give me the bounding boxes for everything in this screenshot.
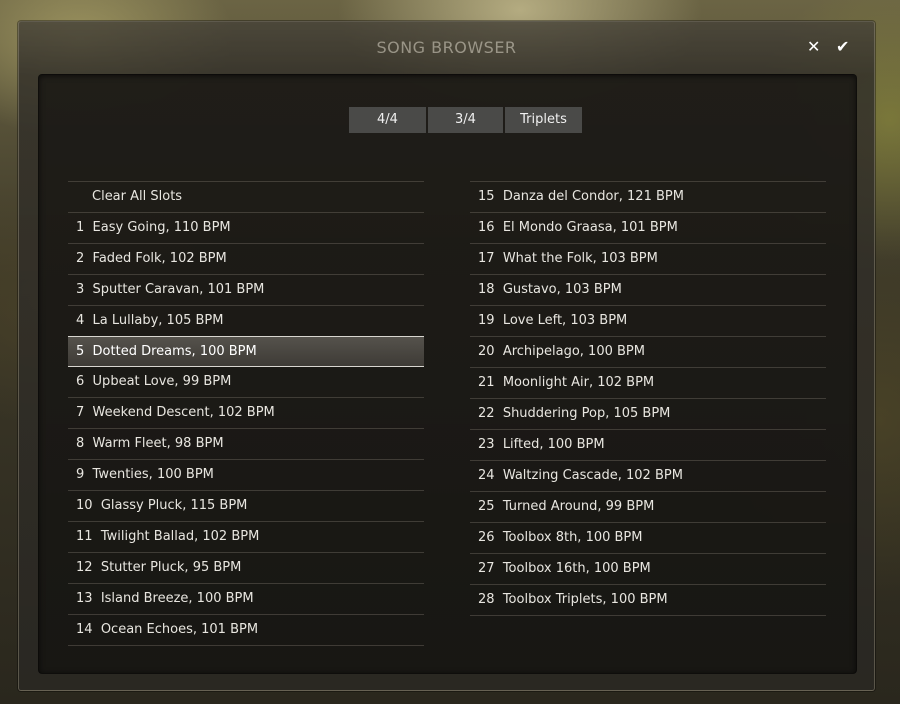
song-title: Toolbox 8th, 100 BPM [502,530,643,545]
slot-number: 20 [478,344,495,359]
clear-all-slots-button[interactable]: Clear All Slots [68,181,424,212]
song-slot-item[interactable]: 2 Faded Folk, 102 BPM [68,243,424,274]
song-slot-item[interactable]: 26 Toolbox 8th, 100 BPM [470,522,826,553]
song-slot-item[interactable]: 6 Upbeat Love, 99 BPM [68,367,424,397]
song-title: Dotted Dreams, 100 BPM [92,344,257,359]
song-list-panel: 4/4 3/4 Triplets Clear All Slots 1 Easy … [38,74,857,674]
song-title: Shuddering Pop, 105 BPM [502,406,671,421]
slot-number: 11 [76,529,93,544]
slot-number: 4 [76,313,85,328]
slot-number: 17 [478,251,495,266]
song-slot-item[interactable]: 9 Twenties, 100 BPM [68,459,424,490]
song-slot-item[interactable]: 20 Archipelago, 100 BPM [470,336,826,367]
slot-number: 10 [76,498,93,513]
song-title: Ocean Echoes, 101 BPM [100,622,259,637]
song-slot-item[interactable]: 7 Weekend Descent, 102 BPM [68,397,424,428]
dialog-title: SONG BROWSER [376,38,517,57]
song-title: What the Folk, 103 BPM [502,251,658,266]
song-slot-item[interactable]: 4 La Lullaby, 105 BPM [68,305,424,336]
song-slot-item[interactable]: 8 Warm Fleet, 98 BPM [68,428,424,459]
tab-4-4[interactable]: 4/4 [349,107,426,133]
song-slot-item[interactable]: 27 Toolbox 16th, 100 BPM [470,553,826,584]
song-slot-item[interactable]: 3 Sputter Caravan, 101 BPM [68,274,424,305]
song-slot-item[interactable]: 25 Turned Around, 99 BPM [470,491,826,522]
slot-number: 3 [76,282,85,297]
song-title: Gustavo, 103 BPM [502,282,622,297]
slot-number: 5 [76,344,85,359]
slot-number: 13 [76,591,93,606]
song-slot-item[interactable]: 24 Waltzing Cascade, 102 BPM [470,460,826,491]
slot-number: 14 [76,622,93,637]
slot-number: 15 [478,189,495,204]
close-icon[interactable]: ✕ [807,37,820,57]
song-title: Moonlight Air, 102 BPM [502,375,655,390]
slot-number: 27 [478,561,495,576]
slot-number: 25 [478,499,495,514]
song-title: Stutter Pluck, 95 BPM [100,560,242,575]
slot-number: 22 [478,406,495,421]
song-title: Warm Fleet, 98 BPM [92,436,224,451]
check-icon[interactable]: ✔ [836,37,849,57]
slot-number: 12 [76,560,93,575]
song-title: El Mondo Graasa, 101 BPM [502,220,678,235]
slot-number: 26 [478,530,495,545]
song-title: Twenties, 100 BPM [92,467,214,482]
song-slot-item[interactable]: 19 Love Left, 103 BPM [470,305,826,336]
song-title: Toolbox 16th, 100 BPM [502,561,651,576]
tab-triplets[interactable]: Triplets [505,107,582,133]
song-title: Love Left, 103 BPM [502,313,628,328]
slot-number: 2 [76,251,85,266]
slot-number: 8 [76,436,85,451]
slot-number: 16 [478,220,495,235]
song-slot-item[interactable]: 15 Danza del Condor, 121 BPM [470,181,826,212]
song-title: Archipelago, 100 BPM [502,344,645,359]
song-slot-item[interactable]: 5 Dotted Dreams, 100 BPM [68,336,424,367]
song-slot-item[interactable]: 13 Island Breeze, 100 BPM [68,583,424,614]
slot-number: 23 [478,437,495,452]
song-title: Upbeat Love, 99 BPM [92,374,232,389]
song-title: Faded Folk, 102 BPM [92,251,227,266]
song-title: Toolbox Triplets, 100 BPM [502,592,668,607]
song-browser-dialog: SONG BROWSER ✕ ✔ 4/4 3/4 Triplets Clear … [18,21,875,691]
song-title: Glassy Pluck, 115 BPM [100,498,248,513]
song-slot-item[interactable]: 28 Toolbox Triplets, 100 BPM [470,584,826,615]
song-title: Island Breeze, 100 BPM [100,591,254,606]
song-list-right: 15 Danza del Condor, 121 BPM 16 El Mondo … [470,181,826,616]
slot-number: 28 [478,592,495,607]
slot-number: 24 [478,468,495,483]
song-slot-item[interactable]: 10 Glassy Pluck, 115 BPM [68,490,424,521]
song-title: Lifted, 100 BPM [502,437,605,452]
list-divider [470,615,826,616]
song-title: Danza del Condor, 121 BPM [502,189,684,204]
slot-number: 21 [478,375,495,390]
slot-number: 6 [76,374,85,389]
time-signature-tabs: 4/4 3/4 Triplets [349,107,582,133]
song-slot-item[interactable]: 17 What the Folk, 103 BPM [470,243,826,274]
song-slot-item[interactable]: 21 Moonlight Air, 102 BPM [470,367,826,398]
slot-number: 19 [478,313,495,328]
song-title: Weekend Descent, 102 BPM [92,405,275,420]
song-slot-item[interactable]: 16 El Mondo Graasa, 101 BPM [470,212,826,243]
song-title: Twilight Ballad, 102 BPM [100,529,260,544]
song-list-left: Clear All Slots 1 Easy Going, 110 BPM 2 F… [68,181,424,646]
slot-number: 18 [478,282,495,297]
song-slot-item[interactable]: 12 Stutter Pluck, 95 BPM [68,552,424,583]
song-title: Sputter Caravan, 101 BPM [92,282,265,297]
song-title: La Lullaby, 105 BPM [92,313,224,328]
song-slot-item[interactable]: 1 Easy Going, 110 BPM [68,212,424,243]
song-title: Waltzing Cascade, 102 BPM [502,468,683,483]
tab-3-4[interactable]: 3/4 [428,107,503,133]
song-slot-item[interactable]: 22 Shuddering Pop, 105 BPM [470,398,826,429]
song-slot-item[interactable]: 14 Ocean Echoes, 101 BPM [68,614,424,645]
song-slot-item[interactable]: 11 Twilight Ballad, 102 BPM [68,521,424,552]
slot-number: 1 [76,220,85,235]
slot-number: 7 [76,405,85,420]
slot-number: 9 [76,467,85,482]
song-slot-item[interactable]: 18 Gustavo, 103 BPM [470,274,826,305]
list-divider [68,645,424,646]
song-title: Turned Around, 99 BPM [502,499,655,514]
song-title: Easy Going, 110 BPM [92,220,231,235]
song-slot-item[interactable]: 23 Lifted, 100 BPM [470,429,826,460]
